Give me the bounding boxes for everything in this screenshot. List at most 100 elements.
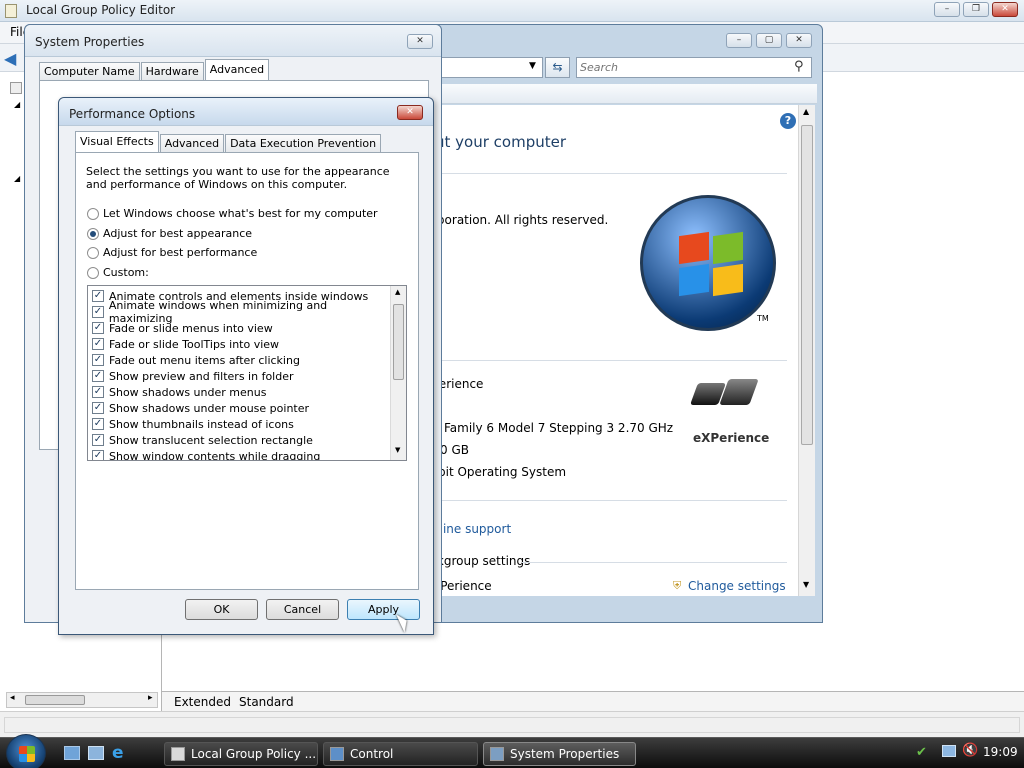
gpedit-app-icon [5,4,17,18]
tree-hscroll-thumb[interactable] [25,695,85,705]
taskbar-item-system-properties[interactable]: System Properties [483,742,636,766]
perf-tabs: Visual Effects Advanced Data Execution P… [75,131,382,152]
effect-label: Show translucent selection rectangle [109,433,313,447]
list-item[interactable]: ✓ Fade out menu items after clicking [88,352,390,368]
checkbox-checked[interactable]: ✓ [92,450,104,460]
checkbox-checked[interactable]: ✓ [92,354,104,366]
address-dropdown-icon[interactable]: ▼ [529,61,536,71]
radio-label: Adjust for best performance [103,246,258,259]
gpedit-close-button[interactable]: ✕ [992,2,1018,17]
sysprops-close-button[interactable]: ✕ [407,34,433,49]
refresh-button[interactable]: ⇆ [545,57,570,78]
tm-mark: TM [757,314,769,323]
start-button[interactable] [6,734,46,768]
tree-expander-icon[interactable]: ◢ [14,100,20,109]
tree-hscrollbar[interactable]: ◂ ▸ [6,692,158,708]
checkbox-checked[interactable]: ✓ [92,322,104,334]
radio-button[interactable] [87,266,99,279]
perf-title: Performance Options [69,107,196,121]
tab-visual-effects[interactable]: Visual Effects [75,131,159,152]
security-icon[interactable]: ✔ [916,745,927,760]
checkbox-checked[interactable]: ✓ [92,338,104,350]
taskbar-item-gpedit[interactable]: Local Group Policy ... [164,742,318,766]
clock[interactable]: 19:09 [983,745,1018,759]
list-item[interactable]: ✓ Show window contents while dragging [88,448,390,460]
list-item[interactable]: ✓ Fade or slide ToolTips into view [88,336,390,352]
cp-divider [432,500,787,501]
effect-label: Fade or slide ToolTips into view [109,337,280,351]
taskbar-item-control-panel[interactable]: Control Panel\System [323,742,478,766]
tab-dep[interactable]: Data Execution Prevention [225,134,382,152]
list-item[interactable]: ✓ Show translucent selection rectangle [88,432,390,448]
gpedit-titlebar[interactable]: Local Group Policy Editor – ❐ ✕ [0,0,1024,22]
radio-label: Let Windows choose what's best for my co… [103,207,378,220]
cp-search-box[interactable]: ⚲ [576,57,812,78]
checkbox-checked[interactable]: ✓ [92,290,104,302]
back-arrow-icon[interactable]: ◀ [4,49,16,68]
effects-list: ✓ Animate controls and elements inside wi… [87,285,407,461]
cp-vscrollbar[interactable]: ▲ ▼ [798,105,815,596]
option-best-performance[interactable]: Adjust for best performance [87,246,257,259]
tab-standard[interactable]: Standard [239,695,294,709]
list-item[interactable]: ✓ Show shadows under mouse pointer [88,400,390,416]
internet-explorer-icon[interactable]: e [112,743,124,763]
tab-hardware[interactable]: Hardware [140,62,204,80]
help-icon[interactable]: ? [780,113,796,129]
search-icon[interactable]: ⚲ [794,59,804,74]
ok-button[interactable]: OK [185,599,258,620]
option-let-windows-choose[interactable]: Let Windows choose what's best for my co… [87,207,378,220]
tab-extended[interactable]: Extended [174,695,231,709]
effects-vscrollbar[interactable]: ▲ ▼ [390,286,406,460]
cp-address-bar[interactable]: ▼ [440,57,543,78]
perf-close-button[interactable]: ✕ [397,105,423,120]
effect-label: Fade or slide menus into view [109,321,273,335]
list-item[interactable]: ✓ Animate windows when minimizing and max… [88,299,390,325]
scroll-up-icon[interactable]: ▲ [395,288,400,296]
option-best-appearance[interactable]: Adjust for best appearance [87,227,252,240]
gpedit-minimize-button[interactable]: – [934,2,960,17]
checkbox-checked[interactable]: ✓ [92,370,104,382]
list-item[interactable]: ✓ Show thumbnails instead of icons [88,416,390,432]
checkbox-checked[interactable]: ✓ [92,434,104,446]
sysprops-tabs: Computer Name Hardware Advanced [39,59,270,80]
cp-workgroup-heading: rkgroup settings [432,554,531,568]
radio-label: Adjust for best appearance [103,227,253,240]
gpedit-restore-button[interactable]: ❐ [963,2,989,17]
checkbox-checked[interactable]: ✓ [92,306,104,318]
cp-vscroll-thumb[interactable] [801,125,813,445]
tab-perf-advanced[interactable]: Advanced [159,134,225,152]
radio-button-selected[interactable] [87,227,99,240]
online-support-link[interactable]: nline support [432,522,511,536]
volume-muted-icon[interactable]: 🔇 [962,743,978,758]
perf-titlebar[interactable]: Performance Options ✕ [59,98,433,126]
cp-memory: 0 GB [440,443,469,457]
cp-maximize-button[interactable]: ▢ [756,33,782,48]
change-settings-link[interactable]: Change settings [688,579,786,593]
cp-heading: ut your computer [435,133,566,151]
checkbox-checked[interactable]: ✓ [92,402,104,414]
network-icon[interactable] [942,745,956,757]
apply-button[interactable]: Apply [347,599,420,620]
scroll-down-icon[interactable]: ▼ [395,446,400,454]
sysprops-titlebar[interactable]: System Properties ✕ [25,25,441,57]
radio-button[interactable] [87,246,99,259]
radio-button[interactable] [87,207,99,220]
tree-expander-icon[interactable]: ◢ [14,174,20,183]
effect-label: Show shadows under menus [109,385,267,399]
cancel-button[interactable]: Cancel [266,599,339,620]
oem-logo-text: eXPerience [693,431,770,445]
checkbox-checked[interactable]: ✓ [92,418,104,430]
checkbox-checked[interactable]: ✓ [92,386,104,398]
list-item[interactable]: ✓ Show preview and filters in folder [88,368,390,384]
list-item[interactable]: ✓ Show shadows under menus [88,384,390,400]
cp-close-button[interactable]: ✕ [786,33,812,48]
show-desktop-icon[interactable] [64,746,80,760]
cp-minimize-button[interactable]: – [726,33,752,48]
cp-divider [432,360,787,361]
search-input[interactable] [580,60,780,75]
tab-computer-name[interactable]: Computer Name [39,62,140,80]
effects-scroll-thumb[interactable] [393,304,404,380]
tab-advanced[interactable]: Advanced [204,59,270,80]
switch-windows-icon[interactable] [88,746,104,760]
option-custom[interactable]: Custom: [87,266,149,279]
